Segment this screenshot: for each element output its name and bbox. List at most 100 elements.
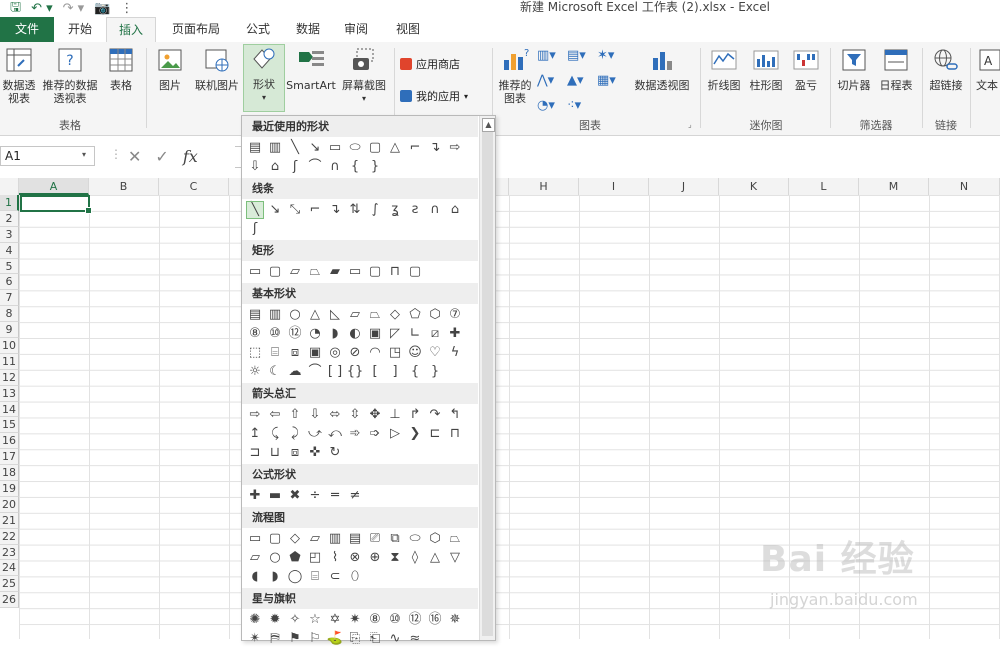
- curved-connector-icon[interactable]: ∫: [367, 202, 383, 218]
- table-button[interactable]: 表格: [104, 46, 138, 92]
- column-header[interactable]: L: [789, 178, 859, 195]
- curved-ribbon-up-icon[interactable]: ⚐: [307, 631, 323, 647]
- internal-storage-icon[interactable]: ▤: [347, 531, 363, 547]
- ribbon-up-icon[interactable]: ⛿: [267, 631, 283, 647]
- can-icon[interactable]: ⌸: [267, 345, 283, 361]
- chevron-icon[interactable]: ❯: [407, 426, 423, 442]
- horizontal-scroll-icon[interactable]: ⎗: [367, 631, 383, 647]
- moon-icon[interactable]: ☾: [267, 364, 283, 380]
- curved-double-arrow-icon[interactable]: ƨ: [407, 202, 423, 218]
- scribble-icon[interactable]: ʃ: [247, 221, 263, 237]
- notched-right-arrow-icon[interactable]: ➩: [367, 426, 383, 442]
- hierarchy-chart-icon[interactable]: ▤▾: [567, 48, 597, 63]
- right-brace-icon[interactable]: }: [427, 364, 443, 380]
- star4-icon[interactable]: ✧: [287, 612, 303, 628]
- data-icon[interactable]: ▱: [307, 531, 323, 547]
- down-arrow-icon[interactable]: ⇩: [307, 407, 323, 423]
- cross-icon[interactable]: ✚: [447, 326, 463, 342]
- radar-chart-icon[interactable]: ✶▾: [597, 48, 627, 63]
- elbow-arrow-icon[interactable]: ↴: [327, 202, 343, 218]
- half-frame-icon[interactable]: ◸: [387, 326, 403, 342]
- dodecagon-icon[interactable]: ⑫: [287, 326, 303, 342]
- row-header[interactable]: 3: [0, 226, 19, 243]
- collate-icon[interactable]: ⧗: [387, 550, 403, 566]
- row-header[interactable]: 20: [0, 496, 19, 513]
- elbow-arrow-icon[interactable]: ↴: [427, 140, 443, 156]
- curved-up-arrow-icon[interactable]: ⤻: [307, 426, 323, 442]
- cube-icon[interactable]: ⧈: [287, 345, 303, 361]
- or-icon[interactable]: ⊕: [367, 550, 383, 566]
- oval-icon[interactable]: ○: [287, 307, 303, 323]
- folded-corner-icon[interactable]: ◳: [387, 345, 403, 361]
- row-header[interactable]: 2: [0, 210, 19, 227]
- star16-icon[interactable]: ⑯: [427, 612, 443, 628]
- card-icon[interactable]: ◰: [307, 550, 323, 566]
- display-icon[interactable]: ⬯: [347, 569, 363, 585]
- left-right-arrow-icon[interactable]: ⬄: [327, 407, 343, 423]
- sparkline-winloss-button[interactable]: 盈亏: [788, 46, 824, 92]
- column-header[interactable]: C: [159, 178, 229, 195]
- bracket-pair-icon[interactable]: [ ]: [327, 364, 343, 380]
- left-arrow-icon[interactable]: ⇦: [267, 407, 283, 423]
- snip-same-side-icon[interactable]: ⏢: [307, 264, 323, 280]
- row-header[interactable]: 13: [0, 385, 19, 402]
- curved-ribbon-down-icon[interactable]: ⛳: [327, 631, 343, 647]
- rectangle-icon[interactable]: ▭: [327, 140, 343, 156]
- row-header[interactable]: 23: [0, 544, 19, 561]
- lightning-icon[interactable]: ϟ: [447, 345, 463, 361]
- up-callout-icon[interactable]: ⊔: [267, 445, 283, 461]
- column-header[interactable]: A: [19, 178, 89, 195]
- arrow-line-icon[interactable]: ↘: [267, 202, 283, 218]
- curve-icon[interactable]: ∩: [427, 202, 443, 218]
- quad-callout-icon[interactable]: ✜: [307, 445, 323, 461]
- recommended-charts-button[interactable]: ? 推荐的图表: [496, 46, 534, 105]
- row-header[interactable]: 6: [0, 274, 19, 291]
- my-apps-button[interactable]: 我的应用 ▾: [400, 88, 468, 104]
- octagon-icon[interactable]: ⑧: [247, 326, 263, 342]
- block-arc-icon[interactable]: ◠: [367, 345, 383, 361]
- left-up-arrow-icon[interactable]: ↰: [447, 407, 463, 423]
- row-header[interactable]: 24: [0, 560, 19, 577]
- elbow-double-arrow-icon[interactable]: ⇅: [347, 202, 363, 218]
- diagonal-stripe-icon[interactable]: ⧄: [427, 326, 443, 342]
- row-header[interactable]: 1: [0, 195, 19, 211]
- star5-icon[interactable]: ☆: [307, 612, 323, 628]
- row-header[interactable]: 18: [0, 465, 19, 482]
- insert-function-button[interactable]: fx: [183, 147, 198, 166]
- right-arrow-icon[interactable]: ⇨: [447, 140, 463, 156]
- column-header[interactable]: J: [649, 178, 719, 195]
- star8-icon[interactable]: ⑧: [367, 612, 383, 628]
- decagon-icon[interactable]: ⑩: [267, 326, 283, 342]
- select-all-button[interactable]: [0, 178, 19, 195]
- star6-icon[interactable]: ✡: [327, 612, 343, 628]
- row-header[interactable]: 10: [0, 338, 19, 354]
- oval-icon[interactable]: ⬭: [347, 140, 363, 156]
- rounded-rectangle-icon[interactable]: ▢: [367, 140, 383, 156]
- picture-button[interactable]: 图片: [152, 46, 188, 92]
- pentagon-icon[interactable]: ⬠: [407, 307, 423, 323]
- round-same-side-icon[interactable]: ⊓: [387, 264, 403, 280]
- striped-right-arrow-icon[interactable]: ➾: [347, 426, 363, 442]
- dialog-launcher-icon[interactable]: ⌟: [688, 120, 692, 129]
- line-icon[interactable]: ╲: [287, 140, 303, 156]
- bent-up-arrow-icon[interactable]: ↥: [247, 426, 263, 442]
- circular-arrow-icon[interactable]: ↻: [327, 445, 343, 461]
- magnetic-disk-icon[interactable]: ⌸: [307, 569, 323, 585]
- scatter-chart-icon[interactable]: ⁖▾: [567, 98, 597, 113]
- pentagon-arrow-icon[interactable]: ▷: [387, 426, 403, 442]
- diamond-icon[interactable]: ◇: [387, 307, 403, 323]
- delay-icon[interactable]: ◗: [267, 569, 283, 585]
- sort-icon[interactable]: ◊: [407, 550, 423, 566]
- row-header[interactable]: 16: [0, 433, 19, 450]
- column-header[interactable]: N: [929, 178, 1000, 195]
- arc-icon[interactable]: ⌒: [307, 364, 323, 380]
- area-chart-icon[interactable]: ▲▾: [567, 73, 597, 88]
- row-header[interactable]: 17: [0, 449, 19, 466]
- pie-chart-icon[interactable]: ◔▾: [537, 98, 567, 113]
- chord-icon[interactable]: ◗: [327, 326, 343, 342]
- l-shape-icon[interactable]: ∟: [407, 326, 423, 342]
- double-arrow-line-icon[interactable]: ⤡: [287, 202, 303, 218]
- explosion1-icon[interactable]: ✺: [247, 612, 263, 628]
- vertical-textbox-icon[interactable]: ▥: [267, 307, 283, 323]
- left-right-callout-icon[interactable]: ⧈: [287, 445, 303, 461]
